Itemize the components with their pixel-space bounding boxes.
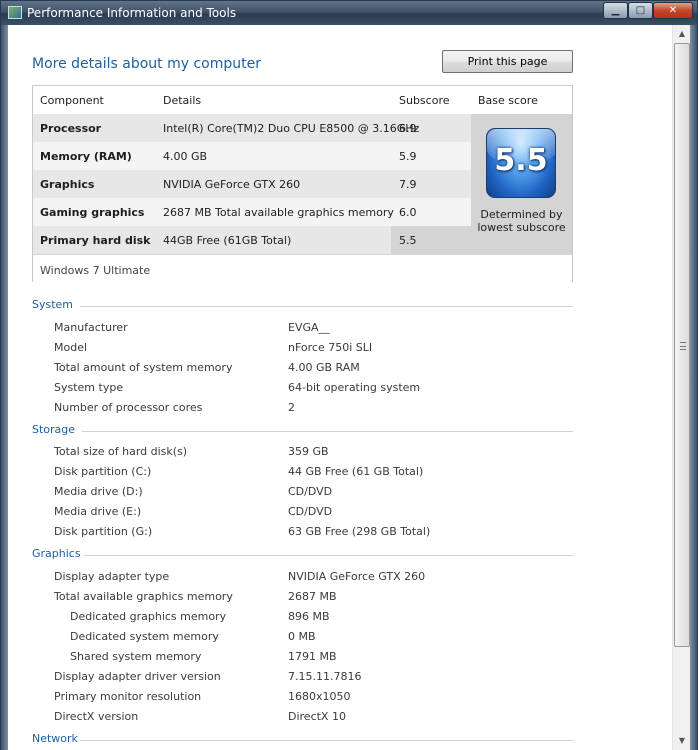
prop-label: Model	[54, 341, 88, 354]
title-bar[interactable]: Performance Information and Tools ▁ □ ✕	[1, 1, 697, 25]
score-row-primary-hard-disk: Primary hard disk 44GB Free (61GB Total)…	[33, 226, 471, 254]
prop-label: Display adapter type	[54, 570, 170, 583]
prop-label: Media drive (E:)	[54, 505, 142, 518]
prop-value: 4.00 GB RAM	[288, 361, 360, 374]
score-table: Component Details Subscore Base score Pr…	[32, 85, 573, 282]
header-details: Details	[163, 94, 202, 107]
scrollbar-thumb[interactable]	[674, 43, 690, 647]
component-subscore: 6.0	[399, 206, 417, 219]
prop-label: Manufacturer	[54, 321, 128, 334]
section-divider	[80, 740, 573, 741]
prop-value: DirectX 10	[288, 710, 346, 723]
window-frame-left	[1, 25, 8, 750]
score-table-header: Component Details Subscore Base score	[33, 86, 572, 114]
prop-label: Total amount of system memory	[54, 361, 233, 374]
section-divider	[80, 306, 573, 307]
score-row-gaming-graphics: Gaming graphics 2687 MB Total available …	[33, 198, 471, 226]
base-score-badge: 5.5	[486, 128, 556, 198]
prop-label: System type	[54, 381, 124, 394]
base-score-note-line1: Determined by	[480, 208, 563, 221]
scroll-up-arrow-icon[interactable]: ▲	[674, 26, 690, 42]
base-score-panel: 5.5 Determined by lowest subscore	[471, 114, 572, 254]
component-subscore: 5.9	[399, 150, 417, 163]
prop-value: 1680x1050	[288, 690, 351, 703]
os-edition: Windows 7 Ultimate	[40, 264, 151, 277]
scrollbar-grip-icon	[680, 342, 686, 350]
component-subscore: 7.9	[399, 178, 417, 191]
prop-value: 359 GB	[288, 445, 329, 458]
prop-label: Media drive (D:)	[54, 485, 143, 498]
component-name: Gaming graphics	[40, 206, 145, 219]
component-name: Memory (RAM)	[40, 150, 132, 163]
component-details: Intel(R) Core(TM)2 Duo CPU E8500 @ 3.16G…	[163, 122, 420, 135]
section-title-system: System	[32, 298, 74, 311]
score-row-processor: Processor Intel(R) Core(TM)2 Duo CPU E85…	[33, 114, 471, 142]
prop-value: EVGA__	[288, 321, 330, 334]
base-score-note: Determined by lowest subscore	[471, 208, 572, 234]
prop-label: Total size of hard disk(s)	[54, 445, 188, 458]
prop-label: Primary monitor resolution	[54, 690, 202, 703]
os-edition-row: Windows 7 Ultimate	[33, 254, 572, 282]
prop-value: nForce 750i SLI	[288, 341, 373, 354]
prop-label: Total available graphics memory	[54, 590, 233, 603]
prop-value: 64-bit operating system	[288, 381, 421, 394]
component-subscore: 5.5	[399, 234, 417, 247]
window-frame-right	[690, 25, 697, 750]
close-button[interactable]: ✕	[653, 2, 693, 19]
component-details: NVIDIA GeForce GTX 260	[163, 178, 301, 191]
prop-value: 896 MB	[288, 610, 330, 623]
prop-label: Dedicated system memory	[70, 630, 219, 643]
content-area: More details about my computer Print thi…	[8, 25, 690, 750]
section-title-network: Network	[32, 732, 78, 745]
section-title-storage: Storage	[32, 423, 76, 436]
maximize-button[interactable]: □	[628, 2, 653, 19]
prop-label: Shared system memory	[70, 650, 202, 663]
component-name: Processor	[40, 122, 102, 135]
prop-value: 2	[288, 401, 295, 414]
section-divider	[82, 431, 573, 432]
prop-value: CD/DVD	[288, 485, 333, 498]
scroll-down-arrow-icon[interactable]: ▼	[674, 733, 690, 749]
app-icon	[8, 6, 22, 19]
window-title: Performance Information and Tools	[27, 6, 237, 20]
prop-value: 44 GB Free (61 GB Total)	[288, 465, 424, 478]
base-score-value: 5.5	[494, 143, 548, 178]
component-name: Primary hard disk	[40, 234, 151, 247]
component-details: 4.00 GB	[163, 150, 208, 163]
prop-value: 7.15.11.7816	[288, 670, 362, 683]
minimize-button[interactable]: ▁	[603, 2, 628, 19]
performance-window: Performance Information and Tools ▁ □ ✕ …	[0, 0, 698, 750]
prop-label: Number of processor cores	[54, 401, 203, 414]
header-base-score: Base score	[478, 94, 538, 107]
prop-label: Display adapter driver version	[54, 670, 221, 683]
header-subscore: Subscore	[399, 94, 450, 107]
component-details: 44GB Free (61GB Total)	[163, 234, 292, 247]
prop-value: 1791 MB	[288, 650, 337, 663]
print-page-button[interactable]: Print this page	[442, 50, 573, 73]
prop-value: 0 MB	[288, 630, 316, 643]
section-title-graphics: Graphics	[32, 547, 81, 560]
page-title: More details about my computer	[32, 56, 261, 72]
component-details: 2687 MB Total available graphics memory	[163, 206, 394, 219]
prop-value: CD/DVD	[288, 505, 333, 518]
prop-value: NVIDIA GeForce GTX 260	[288, 570, 426, 583]
prop-label: DirectX version	[54, 710, 139, 723]
vertical-scrollbar[interactable]: ▲ ▼	[672, 25, 690, 750]
prop-label: Disk partition (G:)	[54, 525, 153, 538]
component-name: Graphics	[40, 178, 95, 191]
prop-value: 63 GB Free (298 GB Total)	[288, 525, 431, 538]
base-score-note-line2: lowest subscore	[477, 221, 566, 234]
section-divider	[84, 555, 573, 556]
score-row-memory: Memory (RAM) 4.00 GB 5.9	[33, 142, 471, 170]
header-component: Component	[40, 94, 104, 107]
prop-label: Disk partition (C:)	[54, 465, 152, 478]
score-row-graphics: Graphics NVIDIA GeForce GTX 260 7.9	[33, 170, 471, 198]
prop-label: Dedicated graphics memory	[70, 610, 227, 623]
prop-value: 2687 MB	[288, 590, 337, 603]
component-subscore: 6.9	[399, 122, 417, 135]
